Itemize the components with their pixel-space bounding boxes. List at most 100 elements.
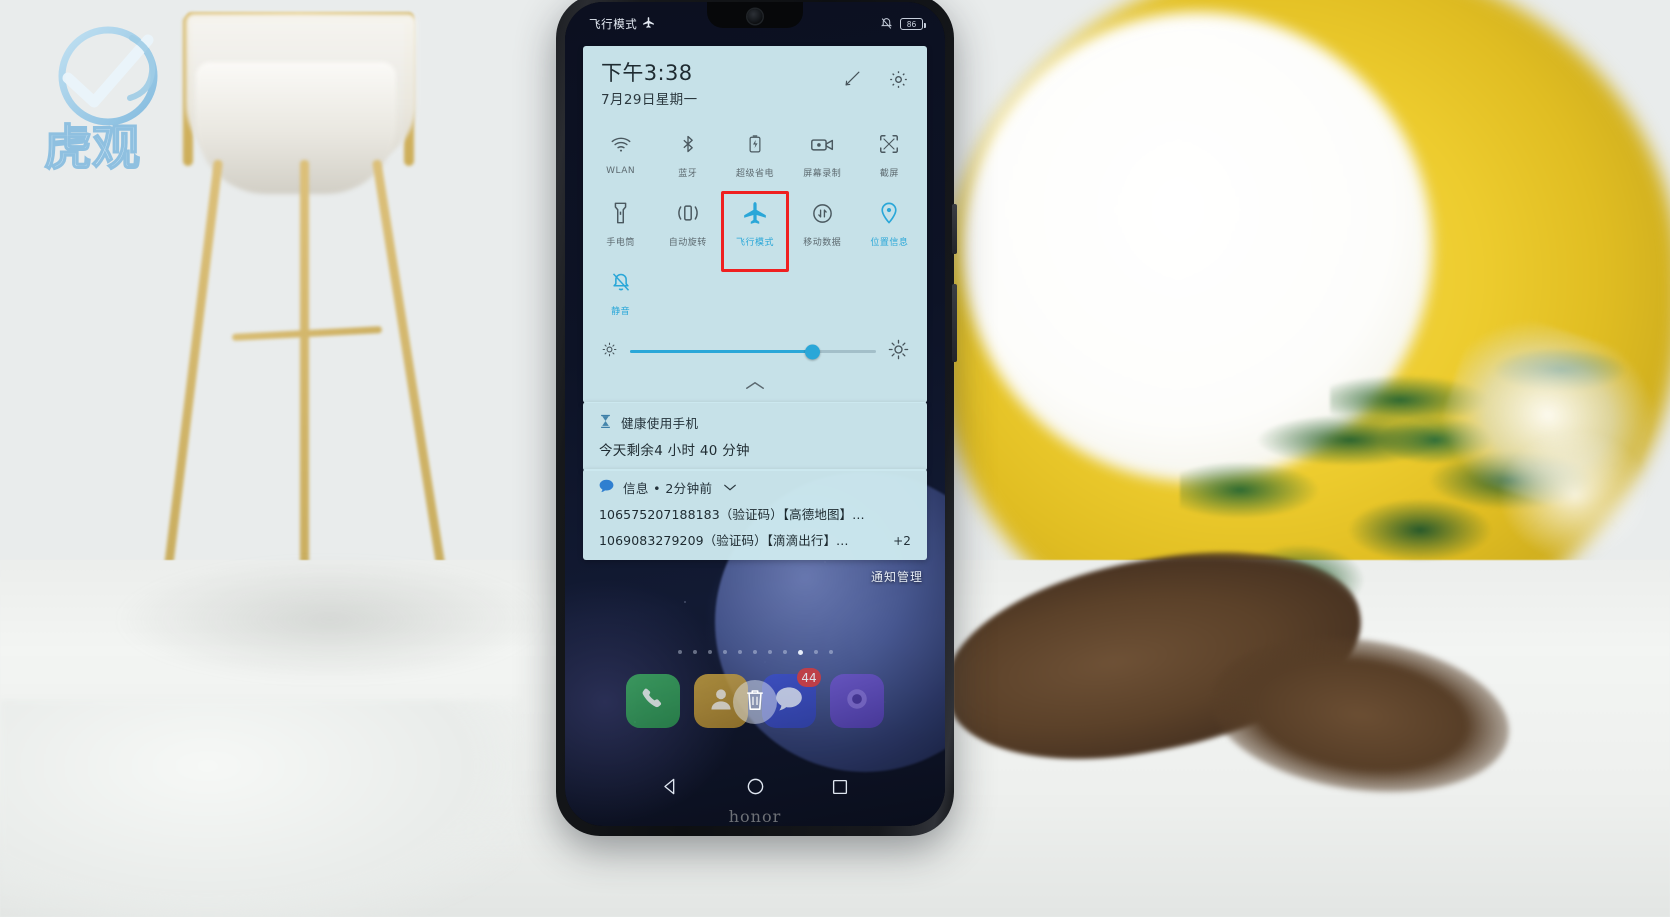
brightness-fill	[630, 350, 813, 354]
mobile-data-icon	[811, 199, 834, 227]
page-dot[interactable]	[813, 650, 818, 654]
tile-label: 飞行模式	[735, 238, 774, 249]
page-dot[interactable]	[677, 650, 682, 654]
remove-app-drop-target[interactable]	[733, 680, 777, 724]
bluetooth-icon	[678, 130, 698, 158]
notification-title: 信息 • 2分钟前	[623, 481, 713, 496]
tile-label: 移动数据	[803, 238, 842, 249]
notification-message-row[interactable]: 106575207188183（验证码）【高德地图】…	[599, 504, 911, 523]
page-dot[interactable]	[782, 650, 787, 654]
tile-screenshot[interactable]: 截屏	[856, 120, 923, 187]
tile-label: WLAN	[606, 166, 636, 177]
tile-label: 超级省电	[735, 169, 774, 180]
notification-body: 今天剩余4 小时 40 分钟	[599, 443, 750, 459]
brightness-knob[interactable]	[804, 344, 820, 360]
brightness-low-icon	[601, 341, 618, 362]
person-icon	[707, 685, 735, 717]
tile-label: 截屏	[879, 169, 899, 180]
back-button[interactable]	[661, 777, 680, 796]
page-dot[interactable]	[737, 650, 742, 654]
lamp-leg-right	[372, 159, 447, 576]
battery-saver-icon	[746, 130, 764, 158]
page-dot[interactable]	[828, 650, 833, 654]
chevron-up-icon	[744, 376, 766, 395]
notification-message-text: 1069083279209（验证码）【滴滴出行】…	[599, 533, 849, 548]
svg-text:虎观: 虎观	[44, 120, 140, 176]
recents-button[interactable]	[831, 777, 849, 796]
tile-label: 手电筒	[606, 238, 635, 249]
smartphone-device: 飞行模式 86 下午3:38 7月29日星期一 WLAN 蓝牙 超级省电 屏幕录…	[556, 0, 957, 836]
page-dot[interactable]	[752, 650, 757, 654]
watermark-logo: 虎观	[36, 14, 186, 194]
tile-label: 位置信息	[870, 238, 909, 249]
gear-icon[interactable]	[888, 69, 909, 90]
trash-icon	[744, 688, 766, 716]
front-camera	[747, 9, 763, 24]
phone-handset-icon	[640, 686, 666, 716]
chevron-down-icon[interactable]	[723, 480, 737, 495]
brightness-slider-row[interactable]	[583, 325, 927, 368]
tile-airplane-mode[interactable]: 飞行模式	[721, 189, 789, 273]
quick-settings-panel[interactable]: 下午3:38 7月29日星期一 WLAN 蓝牙 超级省电 屏幕录制 截屏 手电筒…	[583, 46, 927, 404]
notification-messages[interactable]: 信息 • 2分钟前 106575207188183（验证码）【高德地图】… 10…	[583, 469, 927, 560]
volume-button[interactable]	[952, 284, 957, 362]
screen-record-icon	[810, 130, 835, 158]
page-dot[interactable]	[767, 650, 772, 654]
home-button[interactable]	[746, 777, 765, 796]
page-dot-active[interactable]	[797, 650, 803, 655]
phone-screen[interactable]: 飞行模式 86 下午3:38 7月29日星期一 WLAN 蓝牙 超级省电 屏幕录…	[565, 2, 945, 826]
auto-rotate-icon	[675, 199, 701, 227]
tile-label: 蓝牙	[678, 169, 698, 180]
notification-title: 健康使用手机	[621, 416, 699, 431]
quick-settings-header: 下午3:38 7月29日星期一	[583, 60, 927, 112]
white-cloth	[0, 700, 520, 917]
notification-message-row[interactable]: 1069083279209（验证码）【滴滴出行】… +2	[599, 530, 911, 549]
location-pin-icon	[878, 199, 900, 227]
lamp-bowl	[196, 62, 396, 194]
status-bar-right: 86	[880, 15, 926, 34]
tile-mobile-data[interactable]: 移动数据	[789, 189, 856, 256]
quick-settings-tiles: WLAN 蓝牙 超级省电 屏幕录制 截屏 手电筒 自动旋转 飞行模式 移动数据 …	[583, 112, 927, 325]
flashlight-icon	[613, 199, 628, 227]
page-dot[interactable]	[692, 650, 697, 654]
notification-digital-wellbeing[interactable]: 健康使用手机 今天剩余4 小时 40 分钟	[583, 402, 927, 471]
dock-app-phone[interactable]	[626, 674, 680, 728]
edit-pencil-icon[interactable]	[843, 69, 862, 90]
tile-label: 屏幕录制	[803, 169, 842, 180]
lamp-leg-center	[300, 160, 309, 590]
page-dot[interactable]	[722, 650, 727, 654]
lamp-leg-left	[162, 159, 223, 578]
tile-label: 自动旋转	[668, 238, 707, 249]
tile-auto-rotate[interactable]: 自动旋转	[654, 189, 721, 256]
power-button[interactable]	[952, 204, 957, 254]
status-bar-left: 飞行模式	[589, 16, 655, 32]
clock-time: 下午3:38	[601, 61, 693, 85]
bell-off-icon	[610, 268, 632, 296]
airplane-icon	[742, 199, 768, 227]
navigation-bar	[565, 777, 945, 796]
wifi-icon	[610, 130, 632, 158]
dock-app-gallery[interactable]	[830, 674, 884, 728]
home-page-indicator	[565, 650, 945, 655]
notification-message-text: 106575207188183（验证码）【高德地图】…	[599, 507, 865, 522]
unread-badge: 44	[797, 668, 821, 687]
tile-label: 静音	[611, 307, 631, 318]
brightness-high-icon	[888, 339, 909, 364]
notification-more-count: +2	[893, 534, 911, 548]
brightness-slider[interactable]	[630, 344, 876, 360]
tile-wlan[interactable]: WLAN	[587, 120, 654, 187]
tile-flashlight[interactable]: 手电筒	[587, 189, 654, 256]
status-airplane-label: 飞行模式	[589, 17, 638, 31]
page-dot[interactable]	[707, 650, 712, 654]
tile-location[interactable]: 位置信息	[856, 189, 923, 256]
tile-bluetooth[interactable]: 蓝牙	[654, 120, 721, 187]
tile-screen-record[interactable]: 屏幕录制	[789, 120, 856, 187]
bell-off-icon	[880, 15, 893, 34]
airplane-icon	[642, 16, 655, 32]
tile-silent[interactable]: 静音	[587, 258, 654, 325]
notification-header: 信息 • 2分钟前	[599, 478, 911, 497]
tile-super-power-saving[interactable]: 超级省电	[721, 120, 788, 187]
battery-indicator: 86	[900, 18, 926, 30]
collapse-panel-button[interactable]	[583, 368, 927, 397]
notification-manage-link[interactable]: 通知管理	[871, 568, 923, 585]
